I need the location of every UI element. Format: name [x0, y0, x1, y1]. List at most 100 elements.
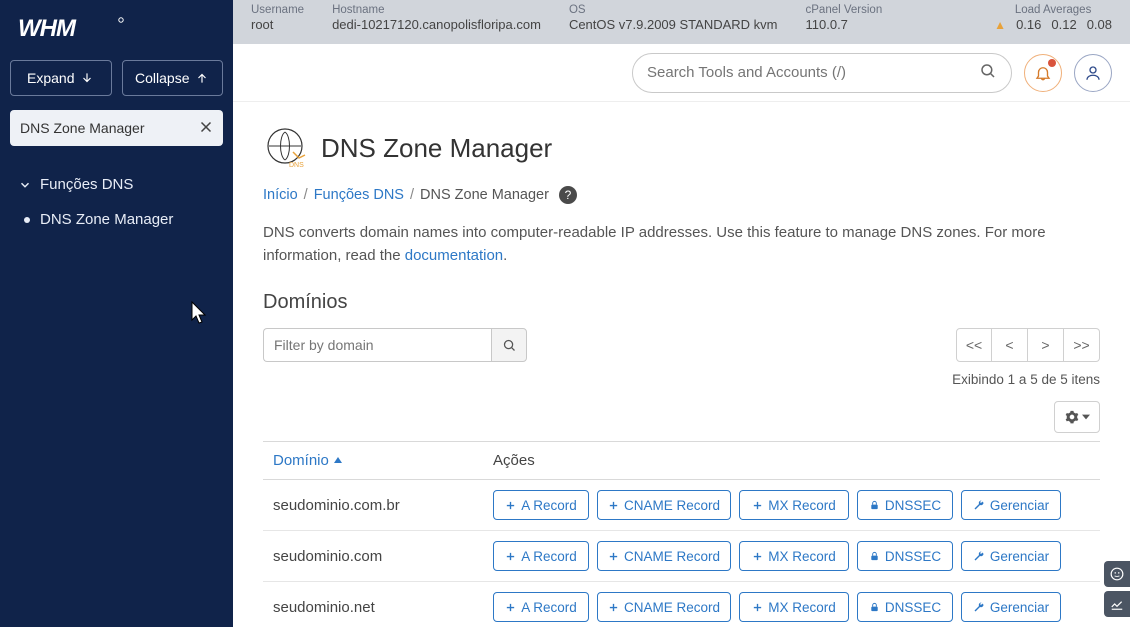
domain-table: Domínio Ações seudominio.com.br A Record… [263, 441, 1100, 627]
a-record-button[interactable]: A Record [493, 541, 589, 571]
domain-filter-input[interactable] [263, 328, 491, 362]
nav-item-dns-zone-manager[interactable]: DNS Zone Manager [0, 203, 233, 236]
breadcrumb-sep: / [410, 187, 414, 203]
feedback-tab[interactable] [1104, 561, 1130, 587]
gear-icon [1065, 410, 1079, 424]
breadcrumb-home[interactable]: Início [263, 187, 298, 203]
domain-cell: seudominio.net [263, 599, 493, 616]
table-row: seudominio.com A Record CNAME Record MX … [263, 531, 1100, 582]
plus-icon [608, 602, 619, 613]
result-count: Exibindo 1 a 5 de 5 itens [263, 372, 1100, 387]
breadcrumb-current: DNS Zone Manager [420, 187, 549, 203]
lock-icon [869, 500, 880, 511]
side-tabs [1104, 561, 1130, 617]
plus-icon [608, 500, 619, 511]
wrench-icon [973, 601, 985, 613]
plus-icon [752, 500, 763, 511]
help-icon[interactable]: ? [559, 186, 577, 204]
mx-record-button[interactable]: MX Record [739, 490, 849, 520]
sort-asc-icon [333, 456, 343, 466]
expand-button[interactable]: Expand [10, 60, 112, 96]
wrench-icon [973, 550, 985, 562]
page-description: DNS converts domain names into computer-… [263, 222, 1100, 267]
global-search-input[interactable] [647, 64, 971, 81]
chart-icon [1110, 597, 1124, 611]
os-label: OS [569, 4, 778, 16]
load-15m: 0.08 [1087, 17, 1112, 32]
a-record-button[interactable]: A Record [493, 490, 589, 520]
search-icon [979, 62, 997, 83]
cname-record-button[interactable]: CNAME Record [597, 541, 731, 571]
plus-icon [752, 551, 763, 562]
clear-search-icon[interactable] [197, 118, 215, 139]
mx-record-button[interactable]: MX Record [739, 541, 849, 571]
arrow-down-icon [80, 71, 94, 85]
domain-filter-button[interactable] [491, 328, 527, 362]
cname-record-button[interactable]: CNAME Record [597, 592, 731, 622]
sidebar: WHM Expand Collapse Funções DNS [0, 0, 233, 627]
load-label: Load Averages [994, 4, 1112, 16]
page-last-button[interactable]: >> [1064, 328, 1100, 362]
breadcrumb-group[interactable]: Funções DNS [314, 187, 404, 203]
page-title: DNS Zone Manager [321, 133, 552, 164]
stats-tab[interactable] [1104, 591, 1130, 617]
dnssec-button[interactable]: DNSSEC [857, 592, 953, 622]
toolbar [233, 44, 1130, 102]
username-value: root [251, 17, 304, 32]
notifications-button[interactable] [1024, 54, 1062, 92]
cname-record-button[interactable]: CNAME Record [597, 490, 731, 520]
username-label: Username [251, 4, 304, 16]
os-value: CentOS v7.9.2009 STANDARD kvm [569, 17, 778, 32]
user-icon [1084, 64, 1102, 82]
content: DNS DNS Zone Manager Início / Funções DN… [233, 102, 1130, 627]
collapse-button[interactable]: Collapse [122, 60, 224, 96]
load-5m: 0.12 [1051, 17, 1076, 32]
logo: WHM [0, 0, 233, 54]
plus-icon [505, 500, 516, 511]
page-first-button[interactable]: << [956, 328, 992, 362]
manage-button[interactable]: Gerenciar [961, 592, 1061, 622]
caret-down-icon [1082, 413, 1090, 421]
dnssec-button[interactable]: DNSSEC [857, 490, 953, 520]
manage-button[interactable]: Gerenciar [961, 490, 1061, 520]
mx-record-button[interactable]: MX Record [739, 592, 849, 622]
topbar: Usernameroot Hostnamededi-10217120.canop… [233, 0, 1130, 44]
main: Usernameroot Hostnamededi-10217120.canop… [233, 0, 1130, 627]
pagination: << < > >> [956, 328, 1100, 362]
table-row: seudominio.com.br A Record CNAME Record … [263, 480, 1100, 531]
breadcrumb-sep: / [304, 187, 308, 203]
table-row: seudominio.net A Record CNAME Record MX … [263, 582, 1100, 627]
manage-button[interactable]: Gerenciar [961, 541, 1061, 571]
bullet-icon [24, 217, 30, 223]
a-record-button[interactable]: A Record [493, 592, 589, 622]
user-button[interactable] [1074, 54, 1112, 92]
svg-text:DNS: DNS [289, 162, 304, 169]
page-next-button[interactable]: > [1028, 328, 1064, 362]
lock-icon [869, 551, 880, 562]
plus-icon [505, 551, 516, 562]
chevron-down-icon [18, 178, 32, 192]
expand-label: Expand [27, 70, 74, 86]
load-up-icon: ▲ [994, 18, 1006, 32]
notification-dot [1048, 59, 1056, 67]
wrench-icon [973, 499, 985, 511]
plus-icon [752, 602, 763, 613]
breadcrumb: Início / Funções DNS / DNS Zone Manager … [263, 186, 1100, 204]
global-search[interactable] [632, 53, 1012, 93]
domain-cell: seudominio.com.br [263, 497, 493, 514]
table-settings-button[interactable] [1054, 401, 1100, 433]
dns-icon: DNS [263, 126, 307, 170]
domain-cell: seudominio.com [263, 548, 493, 565]
nav-group-dns[interactable]: Funções DNS [0, 168, 233, 203]
plus-icon [608, 551, 619, 562]
sidebar-search-input[interactable] [10, 110, 223, 146]
documentation-link[interactable]: documentation [405, 247, 503, 264]
hostname-value: dedi-10217120.canopolisfloripa.com [332, 17, 541, 32]
hostname-label: Hostname [332, 4, 541, 16]
svg-text:WHM: WHM [18, 15, 77, 42]
page-prev-button[interactable]: < [992, 328, 1028, 362]
col-header-domain[interactable]: Domínio [263, 452, 493, 469]
dnssec-button[interactable]: DNSSEC [857, 541, 953, 571]
cpver-value: 110.0.7 [806, 17, 883, 32]
plus-icon [505, 602, 516, 613]
